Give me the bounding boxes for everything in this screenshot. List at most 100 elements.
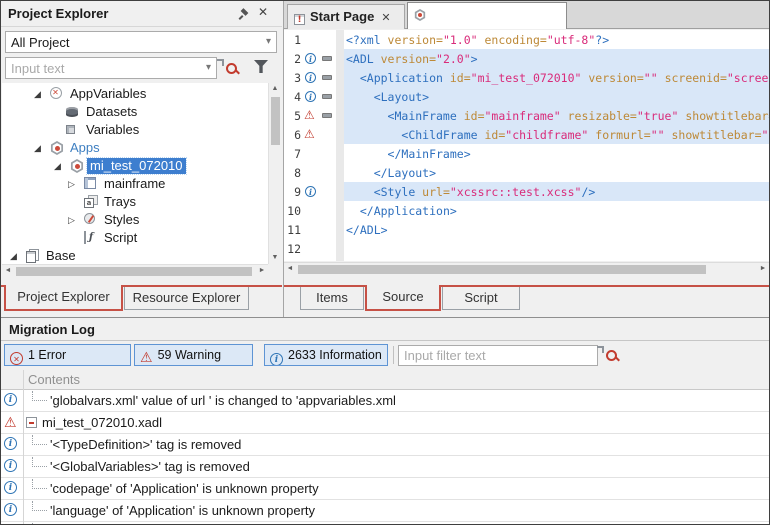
tree-vertical-scrollbar[interactable]: ▲ ▼ [268,83,281,264]
app-icon [50,141,64,155]
log-filter-inputbox[interactable] [398,345,598,366]
collapse-box-icon[interactable] [26,417,37,428]
expand-arrow-icon[interactable]: ▷ [68,179,75,189]
migration-tool-window: Project Explorer ✕ All Project ▾ ▾ ◢AppV… [0,0,770,525]
log-row[interactable]: i'codepage' of 'Application' is unknown … [1,478,769,500]
warning-marker-icon: ⚠ [304,127,315,141]
info-filter-button[interactable]: i2633 Information [264,344,388,366]
code-line-2[interactable]: 2i<ADL version="2.0"> [284,49,769,68]
search-button[interactable] [225,59,245,78]
log-row[interactable]: i'language' of 'Application' is unknown … [1,500,769,522]
tree-item-script[interactable]: ƒ Script [2,229,268,247]
fold-marker[interactable] [322,94,332,99]
log-row[interactable]: i'<TypeDefinition>' tag is removed [1,434,769,456]
tree-item-appvariables[interactable]: ◢AppVariables [2,85,268,103]
collapse-arrow-icon[interactable]: ◢ [34,89,41,99]
code-line-3[interactable]: 3i <Application id="mi_test_072010" vers… [284,68,769,87]
log-row-text: mi_test_072010.xadl [42,415,162,430]
tree-item-trays[interactable]: Trays [2,193,268,211]
filter-funnel-icon[interactable] [254,60,268,73]
tab-start-page[interactable]: !Start Page✕ [287,4,405,29]
tree-search-inputbox[interactable]: ▾ [5,57,217,79]
tab-source[interactable]: Source [365,285,441,311]
tree-item-styles[interactable]: ▷Styles [2,211,268,229]
datasets-icon [66,107,78,117]
migration-log-panel: Migration Log ✕1 Error 59 Warning i2633 … [1,317,769,524]
code-line-9[interactable]: 9i <Style url="xcssrc::test.xcss"/> [284,182,769,201]
scroll-left-icon[interactable]: ◄ [2,265,14,277]
collapse-arrow-icon[interactable]: ◢ [10,251,17,261]
tab-project-explorer[interactable]: Project Explorer [4,285,123,311]
tab-xadl-document[interactable]: mi_test_072010.xadl✕ [407,2,567,29]
log-row-text: 'globalvars.xml' value of url ' is chang… [50,393,396,408]
scroll-right-icon[interactable]: ► [256,265,268,277]
fold-marker[interactable] [322,75,332,80]
expand-arrow-icon[interactable]: ▷ [68,215,75,225]
code-line-4[interactable]: 4i <Layout> [284,87,769,106]
tree-item-datasets[interactable]: Datasets [2,103,268,121]
close-icon[interactable]: ✕ [258,5,268,19]
tab-items[interactable]: Items [300,287,364,310]
line-number: 3 [284,71,301,85]
editor-horizontal-scrollbar[interactable]: ◄ ► [284,262,769,275]
code-line-11[interactable]: 11</ADL> [284,220,769,239]
tree-item-apps[interactable]: ◢Apps [2,139,268,157]
code-text: </MainFrame> [346,147,471,161]
log-row-text: '<GlobalVariables>' tag is removed [50,459,250,474]
collapse-arrow-icon[interactable]: ◢ [34,143,41,153]
log-filter-input[interactable] [399,346,597,365]
code-line-5[interactable]: 5⚠ <MainFrame id="mainframe" resizable="… [284,106,769,125]
script-icon: ƒ [84,231,96,244]
scroll-thumb[interactable] [298,265,706,274]
log-search-button[interactable] [605,346,625,364]
code-line-6[interactable]: 6⚠ <ChildFrame id="childframe" formurl="… [284,125,769,144]
tree-item-base[interactable]: ◢Base [2,247,268,264]
code-line-12[interactable]: 12 [284,239,769,258]
scroll-up-icon[interactable]: ▲ [269,83,281,95]
document-tab-strip: !Start Page✕ mi_test_072010.xadl✕ [284,1,769,29]
warning-filter-button[interactable]: 59 Warning [134,344,253,366]
collapse-arrow-icon[interactable]: ◢ [54,161,61,171]
mainframe-icon [84,177,96,189]
scroll-right-icon[interactable]: ► [757,263,769,275]
scroll-down-icon[interactable]: ▼ [269,252,281,264]
log-row[interactable]: i'mainframeurl' of 'Application' is unkn… [1,522,769,524]
tab-label: Script [464,290,497,305]
code-line-1[interactable]: 1<?xml version="1.0" encoding="utf-8"?> [284,30,769,49]
code-text: <ChildFrame id="childframe" formurl="" s… [346,128,769,142]
tree-item-label: mainframe [104,176,165,191]
project-filter-select[interactable]: All Project ▾ [5,31,277,53]
xml-source-editor[interactable]: 1<?xml version="1.0" encoding="utf-8"?>2… [284,30,769,261]
tree-item-variables[interactable]: Variables [2,121,268,139]
close-tab-icon[interactable]: ✕ [381,12,390,24]
tab-script[interactable]: Script [442,287,520,310]
log-row[interactable]: ⚠mi_test_072010.xadl [1,412,769,434]
code-line-8[interactable]: 8 </Layout> [284,163,769,182]
scroll-thumb[interactable] [271,97,280,145]
log-row-text: '<TypeDefinition>' tag is removed [50,437,241,452]
pin-icon[interactable] [239,8,251,20]
tree-item-mainframe[interactable]: ▷ mainframe [2,175,268,193]
tree-item-label: Script [104,230,137,245]
code-text: <Style url="xcssrc::test.xcss"/> [346,185,595,199]
tree-search-input[interactable] [6,58,196,78]
tree-leader [32,435,47,445]
log-row-text: 'codepage' of 'Application' is unknown p… [50,481,319,496]
chevron-down-icon[interactable]: ▾ [206,62,211,73]
panel-title: Migration Log [9,322,95,337]
trays-icon [84,195,98,208]
code-line-7[interactable]: 7 </MainFrame> [284,144,769,163]
code-line-10[interactable]: 10 </Application> [284,201,769,220]
tab-resource-explorer[interactable]: Resource Explorer [124,287,249,310]
error-filter-button[interactable]: ✕1 Error [4,344,131,366]
fold-marker[interactable] [322,56,332,61]
log-row[interactable]: i'globalvars.xml' value of url ' is chan… [1,390,769,412]
fold-marker[interactable] [322,113,332,118]
filter-label: 1 Error [28,348,66,362]
info-marker-icon: i [305,72,316,83]
tree-item-mi_test_072010[interactable]: ◢mi_test_072010 [2,157,268,175]
scroll-left-icon[interactable]: ◄ [284,263,296,275]
tree-horizontal-scrollbar[interactable]: ◄ ► [2,264,268,277]
log-row[interactable]: i'<GlobalVariables>' tag is removed [1,456,769,478]
scroll-thumb[interactable] [16,267,252,276]
